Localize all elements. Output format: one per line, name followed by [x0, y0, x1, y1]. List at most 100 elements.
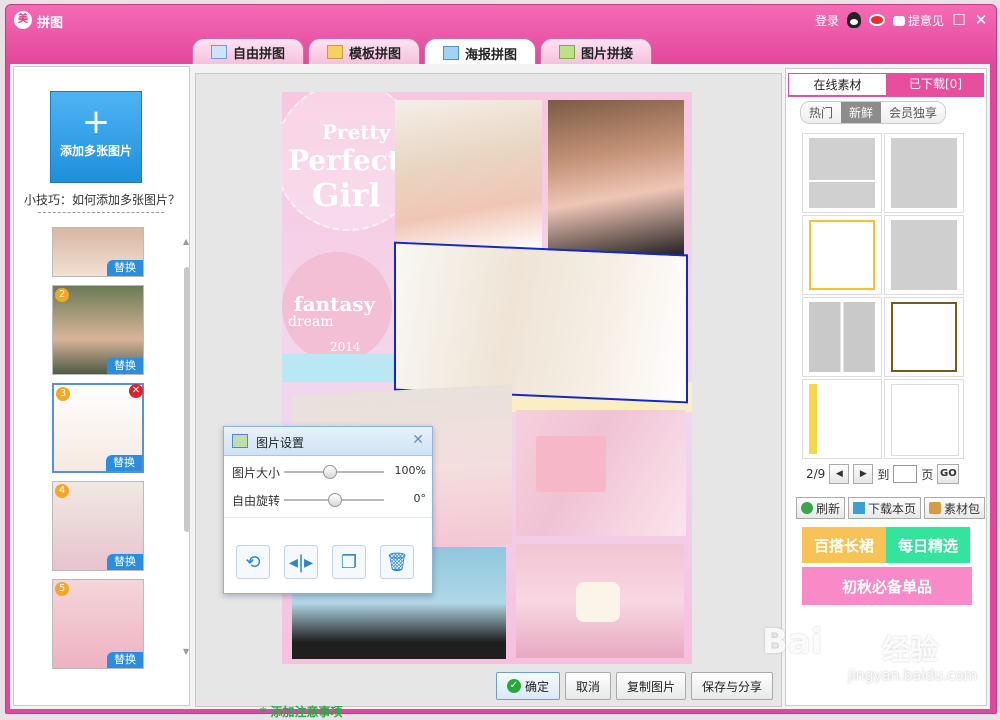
thumbnail-scrollbar[interactable]: ▲ ▼: [183, 237, 190, 659]
scroll-down-icon[interactable]: ▼: [183, 647, 189, 656]
tab-free-collage[interactable]: 自由拼图: [192, 38, 305, 65]
replace-button[interactable]: 替换: [107, 358, 143, 374]
photo-slot-selected[interactable]: [394, 241, 688, 404]
promo-banner[interactable]: 百搭长裙: [802, 527, 886, 563]
thumbnail-item[interactable]: 替换: [52, 227, 144, 277]
add-images-button[interactable]: + 添加多张图片: [50, 91, 142, 183]
rotate-icon[interactable]: ⟲: [236, 545, 270, 579]
size-slider-knob[interactable]: [323, 465, 337, 479]
mode-tabs: 自由拼图 模板拼图 海报拼图 图片拼接: [192, 38, 653, 67]
watermark-brand: Bai: [762, 622, 823, 662]
package-icon: [929, 502, 942, 514]
tab-poster-collage[interactable]: 海报拼图: [424, 38, 537, 67]
poster-text-pretty: Pretty: [322, 120, 391, 144]
filter-new[interactable]: 新鲜: [841, 102, 882, 123]
title-bar: 美 拼图 登录 提意见 ☐ ✕: [6, 5, 996, 35]
thumbnail-item[interactable]: 5 替换: [52, 579, 144, 669]
action-bar: ✓ 确定 取消 复制图片 保存与分享: [496, 672, 774, 700]
tab-label: 模板拼图: [349, 46, 402, 62]
download-icon: [853, 502, 866, 514]
photo-slot[interactable]: [516, 544, 684, 658]
template-thumbnail[interactable]: [802, 379, 882, 459]
maximize-button[interactable]: ☐: [952, 13, 966, 28]
trash-icon[interactable]: 🗑: [380, 545, 414, 579]
rotate-label: 自由旋转: [232, 494, 281, 508]
download-page-button[interactable]: 下载本页: [848, 497, 922, 519]
thumbnail-number: 2: [55, 288, 69, 302]
prev-page-icon[interactable]: ◀: [829, 464, 850, 484]
promo-banner[interactable]: 初秋必备单品: [802, 567, 972, 605]
image-list-panel: + 添加多张图片 小技巧：如何添加多张图片？ 替换 2 替换 3 ✕ 替换 4 …: [13, 66, 190, 706]
watermark-url: jingyan.baidu.com: [848, 668, 978, 684]
delete-icon[interactable]: ✕: [129, 384, 143, 398]
page-input[interactable]: [893, 465, 918, 483]
titlebar-actions: 登录 提意见 ☐ ✕: [815, 10, 988, 30]
template-thumbnail[interactable]: [802, 215, 882, 295]
footer-text: * 添加注意事项: [260, 705, 343, 719]
material-pack-button[interactable]: 素材包: [924, 497, 986, 519]
scroll-up-icon[interactable]: ▲: [183, 237, 189, 246]
filter-hot[interactable]: 热门: [801, 102, 842, 123]
rotate-value: 0°: [413, 492, 427, 505]
template-thumbnail[interactable]: [802, 133, 882, 213]
replace-button[interactable]: 替换: [106, 455, 142, 471]
poster-text-girl: Girl: [312, 176, 381, 214]
promo-banner[interactable]: 每日精选: [886, 527, 970, 563]
template-thumbnail[interactable]: [884, 379, 964, 459]
weibo-icon[interactable]: [868, 14, 885, 26]
next-page-icon[interactable]: ▶: [853, 464, 874, 484]
template-thumbnail[interactable]: [884, 133, 964, 213]
photo-slot[interactable]: [395, 100, 542, 250]
poster-text-fantasy: fantasy: [294, 292, 376, 316]
refresh-button[interactable]: 刷新: [796, 497, 846, 519]
cancel-button[interactable]: 取消: [565, 672, 612, 700]
flip-horizontal-icon[interactable]: ◂|▸: [284, 545, 318, 579]
confirm-button[interactable]: ✓ 确定: [496, 672, 561, 700]
save-share-button[interactable]: 保存与分享: [691, 672, 774, 700]
thumbnail-item[interactable]: 2 替换: [52, 285, 144, 375]
dialog-header[interactable]: 图片设置 ✕: [224, 427, 432, 456]
confirm-label: 确定: [525, 679, 550, 694]
login-link[interactable]: 登录: [815, 12, 839, 29]
feedback-link[interactable]: 提意见: [892, 12, 944, 29]
photo-slot[interactable]: [516, 410, 686, 536]
filter-vip[interactable]: 会员独享: [881, 102, 946, 123]
qq-icon[interactable]: [846, 12, 861, 28]
copy-image-button[interactable]: 复制图片: [616, 672, 687, 700]
thumbnail-item[interactable]: 4 替换: [52, 481, 144, 571]
tab-online-materials[interactable]: 在线素材: [788, 73, 887, 95]
material-filters: 热门 新鲜 会员独享: [800, 101, 947, 124]
check-icon: ✓: [507, 679, 521, 693]
go-button[interactable]: GO: [937, 464, 960, 484]
photo-slot[interactable]: [548, 100, 684, 258]
materials-tabs: 在线素材 已下载[0]: [788, 73, 984, 95]
template-thumbnail[interactable]: [884, 297, 964, 377]
tab-image-join[interactable]: 图片拼接: [540, 38, 653, 65]
replace-button[interactable]: 替换: [107, 260, 143, 276]
template-thumbnail[interactable]: [802, 297, 882, 377]
tab-downloaded[interactable]: 已下载[0]: [887, 73, 984, 95]
image-icon: [232, 434, 248, 448]
rotate-row: 自由旋转 0°: [232, 491, 426, 509]
free-collage-icon: [211, 45, 227, 59]
download-label: 下载本页: [868, 501, 917, 516]
tip-link[interactable]: 小技巧：如何添加多张图片？: [22, 191, 182, 208]
refresh-icon: [801, 502, 813, 514]
template-collage-icon: [327, 45, 344, 59]
poster-text-dream: dream: [288, 314, 334, 330]
replace-button[interactable]: 替换: [107, 554, 143, 570]
thumbnail-item-selected[interactable]: 3 ✕ 替换: [52, 383, 144, 473]
tab-label: 自由拼图: [233, 46, 286, 62]
copy-layer-icon[interactable]: ❐: [332, 545, 366, 579]
thumbnail-list: 替换 2 替换 3 ✕ 替换 4 替换 5 替换: [52, 227, 144, 677]
image-join-icon: [559, 45, 576, 59]
close-button[interactable]: ✕: [974, 13, 988, 28]
close-icon[interactable]: ✕: [412, 432, 424, 448]
replace-button[interactable]: 替换: [107, 652, 143, 668]
template-thumbnail[interactable]: [884, 215, 964, 295]
thumbnail-number: 4: [55, 484, 69, 498]
rotate-slider-knob[interactable]: [328, 493, 342, 507]
tab-template-collage[interactable]: 模板拼图: [308, 38, 421, 65]
scrollbar-thumb[interactable]: [184, 267, 190, 532]
window-title: 拼图: [37, 16, 64, 31]
